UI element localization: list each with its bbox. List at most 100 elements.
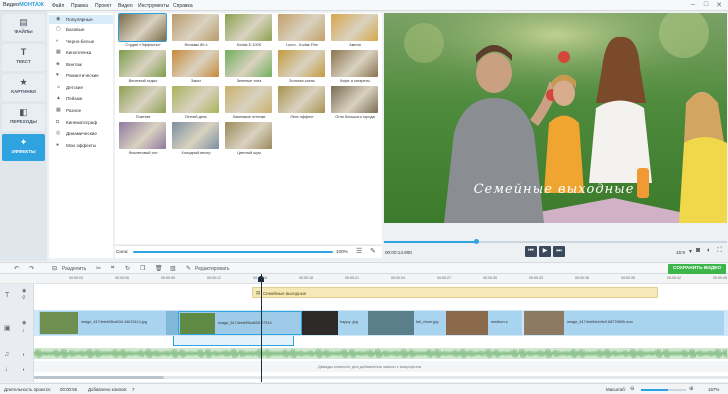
voice-track[interactable]: Дважды кликните для добавления записи с …	[34, 361, 728, 372]
video-clip[interactable]: medium-s	[488, 311, 522, 335]
sidebar-item-images[interactable]: ★ КАРТИНКИ	[2, 74, 45, 101]
rotate-icon[interactable]: ↻	[125, 265, 130, 272]
clip-selection[interactable]	[173, 336, 294, 346]
snapshot-icon[interactable]: ◙	[696, 247, 700, 254]
effect-thumbnail[interactable]	[278, 14, 325, 41]
close-icon[interactable]: ✕	[714, 1, 724, 9]
category-vintage[interactable]: ◈ Винтаж	[49, 60, 113, 69]
edit-icon[interactable]: ✎	[186, 265, 191, 272]
copy-icon[interactable]: ❐	[140, 265, 145, 272]
timeline-ruler[interactable]: 00:00:0300:00:0600:00:0900:00:1200:00:15…	[0, 274, 728, 284]
settings-sliders-icon[interactable]: ☰	[356, 247, 362, 255]
playhead-handle[interactable]	[258, 276, 264, 282]
scissors-icon[interactable]: ✂	[96, 265, 101, 272]
strength-slider[interactable]	[133, 251, 333, 253]
menu-file[interactable]: Файл	[52, 3, 64, 9]
effect-thumbnail[interactable]	[278, 86, 325, 113]
category-misc[interactable]: ▦ Разное	[49, 106, 113, 115]
trash-icon[interactable]: ▥	[170, 265, 176, 272]
category-basic[interactable]: ▢ Базовые	[49, 25, 113, 34]
effect-label: Фиолетовый тон	[128, 151, 158, 155]
menu-tools[interactable]: Инструменты	[138, 3, 169, 9]
scrollbar-thumb[interactable]	[34, 376, 164, 379]
menu-help[interactable]: Справка	[173, 3, 193, 9]
timeline-scrollbar[interactable]	[34, 376, 728, 379]
preview-progress-track[interactable]	[384, 241, 727, 243]
sidebar-item-files[interactable]: ▤ ФАЙЛЫ	[2, 14, 45, 41]
effect-thumbnail[interactable]	[331, 50, 378, 77]
effect-thumbnail[interactable]	[172, 86, 219, 113]
aspect-select[interactable]: 16:9	[676, 250, 685, 255]
sidebar-item-effects[interactable]: ✦ ЭФФЕКТЫ	[2, 134, 45, 161]
prev-frame-button[interactable]: ⏮	[525, 246, 537, 257]
fullscreen-icon[interactable]: ⛶	[717, 247, 722, 255]
crop-icon[interactable]: ⌗	[111, 265, 114, 272]
zoom-slider[interactable]	[641, 389, 686, 391]
video-preview[interactable]: Семейные выходные	[384, 13, 727, 223]
video-clip[interactable]: happy-.jpg	[338, 311, 368, 335]
effect-thumbnail[interactable]	[118, 13, 167, 42]
playhead[interactable]	[261, 274, 262, 382]
transition-marker[interactable]	[166, 311, 178, 335]
effect-thumbnail[interactable]	[331, 14, 378, 41]
audio-track[interactable]	[33, 348, 728, 359]
menu-video[interactable]: Видео	[118, 3, 133, 9]
eye-icon[interactable]: ◉	[22, 288, 26, 294]
category-cinema[interactable]: ◘ Кинематограф	[49, 118, 113, 127]
redo-icon[interactable]: ↷	[29, 265, 34, 272]
video-clip[interactable]: fall_chum.jpg	[414, 311, 446, 335]
volume-icon[interactable]: ◖	[706, 247, 710, 254]
effect-thumbnail[interactable]	[119, 122, 166, 149]
undo-icon[interactable]: ↶	[14, 265, 19, 272]
category-kids[interactable]: ☺ Детские	[49, 83, 113, 92]
sidebar-item-transitions[interactable]: ◧ ПЕРЕХОДЫ	[2, 104, 45, 131]
effect-thumbnail[interactable]	[225, 50, 272, 77]
pin-icon[interactable]: ✎	[370, 247, 376, 255]
volume-icon[interactable]: ◖	[22, 352, 25, 358]
minimize-icon[interactable]: –	[688, 1, 698, 8]
menu-edit[interactable]: Правка	[71, 3, 88, 9]
effect-thumbnail[interactable]	[225, 14, 272, 41]
category-filmstrip[interactable]: ▦ Кинопленка	[49, 48, 113, 57]
link-icon[interactable]: ⚲	[22, 295, 26, 301]
zoom-in-icon[interactable]: ⊕	[689, 386, 694, 392]
chevron-down-icon[interactable]: ▾	[689, 248, 692, 255]
delete-icon[interactable]: 🗑	[155, 265, 163, 272]
maximize-icon[interactable]: □	[701, 1, 711, 8]
split-button[interactable]: Разделить	[62, 266, 86, 272]
video-clip-selected[interactable]: image_6174ebd95bd039.27914	[178, 311, 302, 335]
menu-project[interactable]: Проект	[95, 3, 111, 9]
eye-icon[interactable]: ◉	[22, 320, 26, 326]
split-icon[interactable]: ⊟	[52, 265, 57, 272]
video-clip[interactable]: image_6174eb9ebb9e9.68779895.mov	[564, 311, 724, 335]
next-frame-button[interactable]: ⏭	[553, 246, 565, 257]
effect-thumbnail[interactable]	[225, 122, 272, 149]
category-romantic[interactable]: ♥ Романтические	[49, 71, 113, 80]
mute-icon[interactable]: ♪	[22, 328, 25, 334]
effect-thumbnail[interactable]	[172, 50, 219, 77]
edit-button[interactable]: Редактировать	[195, 266, 230, 272]
zoom-out-icon[interactable]: ⊖	[630, 386, 635, 392]
effect-thumbnail[interactable]	[119, 50, 166, 77]
category-landscape[interactable]: ▲ Пейзаж	[49, 94, 113, 103]
clip-label: image_6174ebd95bd034.44676114.jpg	[81, 320, 147, 324]
preview-scrubber-handle[interactable]	[474, 239, 480, 244]
volume-icon[interactable]: ◖	[22, 367, 25, 373]
text-clip[interactable]: ▤ Семейные выходные	[252, 287, 658, 298]
effect-thumbnail[interactable]	[172, 122, 219, 149]
effect-thumbnail[interactable]	[225, 86, 272, 113]
effect-thumbnail[interactable]	[172, 14, 219, 41]
category-dynamic[interactable]: ◎ Динамические	[49, 129, 113, 138]
category-popular[interactable]: ◉ Популярные	[49, 15, 113, 24]
sidebar-item-text[interactable]: T ТЕКСТ	[2, 44, 45, 71]
play-button[interactable]: ▶	[539, 246, 551, 257]
effect-thumbnail[interactable]	[119, 86, 166, 113]
timeline[interactable]: ▤ Семейные выходные image_6174ebd95bd034…	[33, 274, 728, 382]
video-clip[interactable]: image_6174ebd95bd034.44676114.jpg	[39, 311, 167, 335]
effect-thumbnail[interactable]	[278, 50, 325, 77]
heart-icon: ♥	[56, 72, 59, 78]
effect-thumbnail[interactable]	[331, 86, 378, 113]
category-bw[interactable]: ◐ Черно-белые	[49, 37, 113, 46]
save-video-button[interactable]: СОХРАНИТЬ ВИДЕО	[668, 264, 726, 274]
category-my-effects[interactable]: ● Мои эффекты	[49, 141, 113, 150]
